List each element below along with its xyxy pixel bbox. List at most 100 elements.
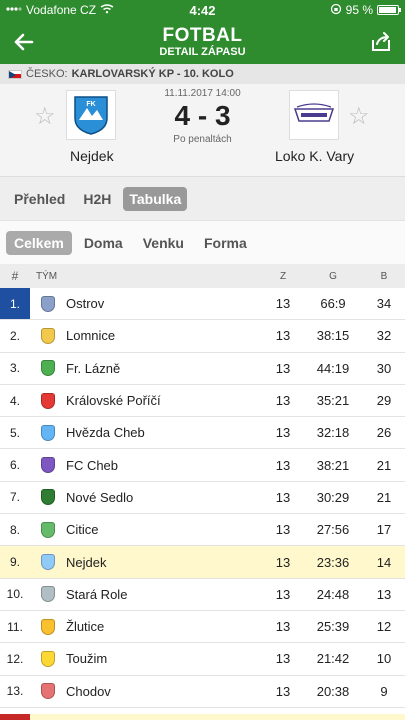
row-played: 13: [275, 328, 291, 344]
team-crest-icon: [30, 457, 66, 474]
table-row[interactable]: 13. Chodov 13 20:38 9: [0, 675, 405, 708]
table-row[interactable]: 2. Lomnice 13 38:15 32: [0, 320, 405, 353]
row-goals: 20:38: [316, 683, 350, 699]
row-team: Královské Poříčí: [66, 393, 161, 409]
row-goals: 38:21: [316, 457, 350, 473]
league-bar[interactable]: ČESKO: KARLOVARSKÝ KP - 10. KOLO: [0, 64, 405, 84]
row-points: 9: [380, 683, 388, 699]
row-rank: 11.: [7, 619, 23, 634]
tab-h2h[interactable]: H2H: [77, 187, 117, 211]
team-crest-icon: [30, 683, 66, 700]
row-team: FC Cheb: [66, 457, 119, 473]
table-row[interactable]: 9. Nejdek 13 23:36 14: [0, 546, 405, 579]
table-row[interactable]: 5. Hvězda Cheb 13 32:18 26: [0, 417, 405, 450]
team-crest-icon: [30, 327, 66, 344]
table-row[interactable]: 4. Královské Poříčí 13 35:21 29: [0, 384, 405, 418]
row-played: 13: [275, 619, 291, 635]
row-goals: 44:19: [316, 360, 350, 376]
row-points: 14: [376, 554, 392, 570]
row-rank: 10.: [6, 587, 24, 602]
row-goals: 32:18: [316, 425, 350, 441]
row-goals: 27:56: [316, 522, 350, 538]
table-row[interactable]: 1. Ostrov 13 66:9 34: [0, 288, 405, 321]
table-subtabs: Celkem Doma Venku Forma: [0, 220, 405, 264]
share-button[interactable]: [367, 28, 395, 56]
col-points: B: [380, 270, 388, 282]
row-played: 13: [275, 393, 291, 409]
row-team: Fr. Lázně: [66, 360, 121, 376]
app-header: FOTBAL DETAIL ZÁPASU: [0, 20, 405, 64]
page-title: FOTBAL: [162, 25, 243, 46]
next-row-peek: [0, 714, 405, 720]
row-team: Toužim: [66, 651, 108, 667]
tab-prehled[interactable]: Přehled: [8, 187, 71, 211]
wifi-icon: [100, 3, 114, 17]
table-row[interactable]: 3. Fr. Lázně 13 44:19 30: [0, 352, 405, 385]
away-team-name[interactable]: Loko K. Vary: [275, 148, 354, 164]
row-points: 12: [376, 619, 392, 635]
row-rank: 1.: [0, 288, 30, 320]
subtab-celkem[interactable]: Celkem: [6, 230, 72, 255]
row-points: 34: [376, 296, 392, 312]
page-subtitle: DETAIL ZÁPASU: [159, 46, 246, 58]
subtab-venku[interactable]: Venku: [135, 231, 192, 255]
team-crest-icon: [30, 295, 66, 312]
league-country: ČESKO:: [26, 68, 68, 80]
subtab-forma[interactable]: Forma: [196, 231, 255, 255]
share-icon: [371, 32, 390, 51]
rotation-lock-icon: [330, 3, 342, 18]
status-bar: Vodafone CZ 4:42 95 %: [0, 0, 405, 20]
match-score: 4 - 3: [174, 100, 231, 131]
row-rank: 4.: [9, 393, 20, 408]
tab-tabulka[interactable]: Tabulka: [123, 186, 188, 211]
standings-table: 1. Ostrov 13 66:9 34 2. Lomnice 13 38:15 32 3. Fr. …: [0, 288, 405, 708]
row-played: 13: [275, 554, 291, 570]
row-team: Hvězda Cheb: [66, 425, 145, 441]
team-crest-icon: [30, 586, 66, 603]
row-played: 13: [275, 457, 291, 473]
row-team: Ostrov: [66, 296, 105, 312]
main-tabs: Přehled H2H Tabulka: [0, 176, 405, 220]
row-goals: 38:15: [316, 328, 350, 344]
header-titles: FOTBAL DETAIL ZÁPASU: [159, 26, 245, 58]
row-points: 17: [376, 522, 392, 538]
team-crest-icon: [30, 424, 66, 441]
row-team: Lomnice: [66, 328, 116, 344]
table-row[interactable]: 12. Toužim 13 21:42 10: [0, 643, 405, 676]
row-played: 13: [275, 489, 291, 505]
table-row[interactable]: 11. Žlutice 13 25:39 12: [0, 610, 405, 644]
row-points: 32: [376, 328, 392, 344]
match-header: ☆ FK Nejdek 11.11.2017 14:00 4 - 3 Po pe…: [0, 84, 405, 176]
home-team-name[interactable]: Nejdek: [70, 148, 114, 164]
row-points: 29: [376, 393, 392, 409]
table-row[interactable]: 10. Stará Role 13 24:48 13: [0, 578, 405, 611]
row-points: 13: [376, 586, 392, 602]
favorite-away-star-icon[interactable]: ☆: [348, 102, 370, 131]
team-crest-icon: [30, 554, 66, 571]
subtab-doma[interactable]: Doma: [76, 231, 131, 255]
lokomotiva-crest-icon: [293, 103, 335, 122]
row-rank: 7.: [9, 490, 20, 505]
col-played: Z: [279, 270, 287, 282]
team-crest-icon: [30, 618, 66, 635]
status-left: Vodafone CZ: [6, 3, 114, 17]
row-team: Nové Sedlo: [66, 489, 134, 505]
away-team-logo[interactable]: [289, 90, 339, 140]
match-note: Po penaltách: [173, 134, 232, 145]
row-goals: 21:42: [316, 651, 350, 667]
row-played: 13: [275, 651, 291, 667]
table-row[interactable]: 8. Citice 13 27:56 17: [0, 514, 405, 547]
row-played: 13: [275, 360, 291, 376]
back-button[interactable]: [10, 28, 38, 56]
col-goals: G: [329, 270, 337, 282]
row-team: Stará Role: [66, 586, 128, 602]
czech-flag-icon: [8, 69, 22, 79]
table-row[interactable]: 7. Nové Sedlo 13 30:29 21: [0, 481, 405, 515]
battery-percent: 95 %: [345, 3, 373, 17]
arrow-left-icon: [14, 33, 34, 51]
row-goals: 24:48: [316, 586, 350, 602]
row-rank: 8.: [9, 522, 20, 537]
table-row[interactable]: 6. FC Cheb 13 38:21 21: [0, 449, 405, 482]
row-goals: 25:39: [316, 619, 350, 635]
col-team: TÝM: [36, 270, 58, 282]
